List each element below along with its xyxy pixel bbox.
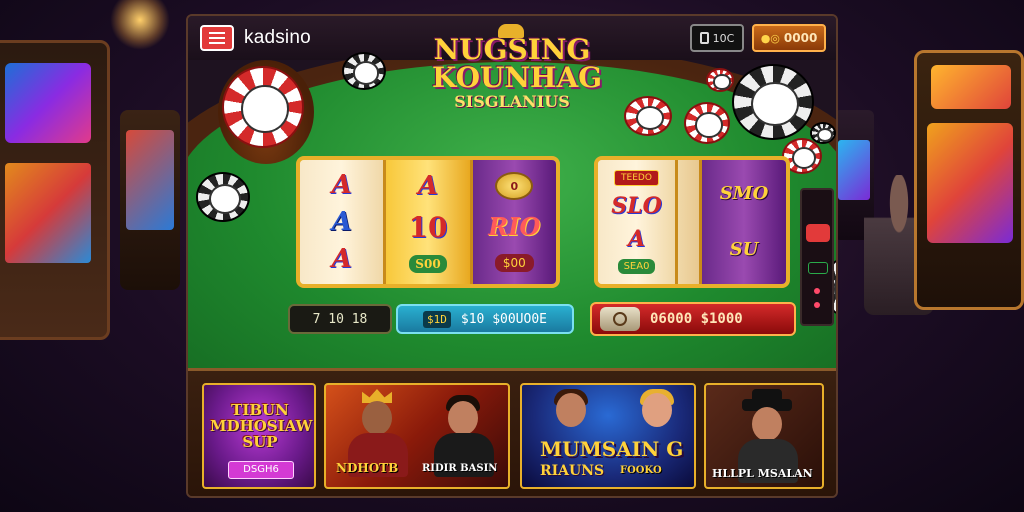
- credit-value: 06000 $1000: [650, 311, 743, 327]
- device-button-label: 10C: [712, 31, 735, 45]
- game-card[interactable]: NDHOTB RIDIR BASIN: [324, 383, 510, 489]
- menu-button[interactable]: [200, 25, 234, 51]
- casino-chip-icon: [342, 52, 386, 90]
- game-card-caption: HLLPL MSALAN: [712, 467, 813, 480]
- game-card-caption: FOOKO: [620, 465, 662, 476]
- game-card[interactable]: MUMSAIN G RIAUNS FOOKO: [520, 383, 696, 489]
- reel: SMO SU: [702, 160, 786, 284]
- phone-icon: [699, 32, 709, 44]
- reel: 0 RIO $00: [472, 160, 556, 284]
- reel-symbol: A: [627, 226, 646, 253]
- indicator-dot: [814, 288, 820, 294]
- casino-chip-icon: [684, 102, 730, 144]
- hamburger-icon: [209, 32, 225, 34]
- credit-display[interactable]: 06000 $1000: [590, 302, 796, 336]
- reel: A A A: [300, 160, 387, 284]
- arcade-screen: [927, 123, 1013, 243]
- win-value: $10 $00UO0E: [460, 311, 547, 327]
- arcade-screen: [838, 140, 870, 200]
- game-card-caption: RIAUNS: [540, 463, 605, 479]
- reel-symbol: A: [331, 244, 352, 275]
- game-subtitle: SISGLANIUS: [454, 92, 570, 111]
- arcade-screen: [5, 63, 91, 143]
- game-card-tag: DSGH6: [228, 461, 294, 479]
- hamburger-icon: [209, 37, 225, 39]
- character-head: [362, 401, 392, 435]
- brand-name: kadsino: [244, 27, 311, 48]
- reel-divider: [678, 160, 702, 284]
- reel-banner: TEEDO: [614, 169, 659, 186]
- side-control-panel: [800, 188, 834, 326]
- toggle-button[interactable]: [808, 262, 828, 274]
- casino-chip-icon: [732, 64, 814, 140]
- heart-button[interactable]: [806, 224, 830, 242]
- reel-symbol: A: [331, 169, 352, 200]
- game-card[interactable]: TIBUN MDHOSIAW SUP DSGH6: [202, 383, 316, 489]
- reel-symbol: 10: [408, 211, 448, 245]
- device-button[interactable]: 10C: [690, 24, 744, 52]
- coin-icon: ●◎: [760, 31, 780, 45]
- reel-symbol: SLO: [611, 192, 662, 219]
- game-card-caption: MUMSAIN G: [540, 437, 684, 461]
- casino-chip-icon: [196, 172, 250, 222]
- win-icon: $1D: [423, 310, 451, 328]
- game-title-logo: NUGSING KOUNHAG SISGLANIUS: [432, 24, 603, 111]
- arcade-screen: [126, 130, 174, 230]
- background-arcade-machine: [0, 40, 110, 340]
- reel-symbol: A: [417, 171, 439, 202]
- slot-reels-bonus[interactable]: TEEDO SLO A SEA0 SMO SU: [594, 156, 790, 288]
- reel-symbol: S00: [409, 254, 447, 273]
- reel-symbol: RIO: [488, 212, 541, 242]
- win-display: $1D $10 $00UO0E: [396, 304, 574, 334]
- character-head: [556, 393, 586, 427]
- background-arcade-machine: [120, 110, 180, 290]
- arcade-topper: [931, 65, 1011, 109]
- reel-symbol: SU: [729, 239, 759, 260]
- casino-app-window: kadsino 10C ●◎ 0000 NUGSING KOUNHAG SISG…: [186, 14, 838, 498]
- game-title-line: KOUNHAG: [432, 61, 603, 94]
- bet-display: 7 10 18: [288, 304, 392, 334]
- indicator-dot: [814, 302, 820, 308]
- reel-symbol: $00: [494, 253, 534, 272]
- games-strip: TIBUN MDHOSIAW SUP DSGH6 NDHOTB RIDIR BA…: [188, 368, 836, 496]
- arcade-screen: [5, 163, 91, 263]
- reel: A 10 S00: [386, 160, 473, 284]
- game-title-line: NUGSING: [433, 33, 591, 66]
- casino-chip-icon: [810, 122, 836, 144]
- reel-symbol: A: [331, 206, 352, 237]
- background-arcade-machine: [914, 50, 1024, 310]
- slot-reels-main[interactable]: A A A A 10 S00 0 RIO $00: [296, 156, 560, 288]
- reel-symbol: SMO: [719, 183, 769, 204]
- reel: TEEDO SLO A SEA0: [598, 160, 678, 284]
- game-card-title: TIBUN MDHOSIAW SUP: [210, 401, 313, 451]
- casino-chip-icon: [624, 96, 672, 136]
- reel-symbol: SEA0: [617, 259, 656, 275]
- crown-icon: [498, 24, 524, 38]
- game-card-caption: NDHOTB: [336, 461, 399, 475]
- coin-icon: [600, 307, 640, 331]
- game-card-caption: RIDIR BASIN: [422, 463, 498, 474]
- balance-button[interactable]: ●◎ 0000: [752, 24, 826, 52]
- character-head: [752, 407, 782, 441]
- character-head: [642, 393, 672, 427]
- game-card[interactable]: HLLPL MSALAN: [704, 383, 824, 489]
- hamburger-icon: [209, 42, 225, 44]
- casino-chip-icon: [222, 66, 304, 148]
- ceiling-lamp: [110, 0, 170, 50]
- balance-value: 0000: [783, 31, 818, 45]
- coin-symbol: 0: [495, 172, 534, 201]
- character-head: [448, 401, 478, 435]
- casino-chip-icon: [706, 68, 734, 92]
